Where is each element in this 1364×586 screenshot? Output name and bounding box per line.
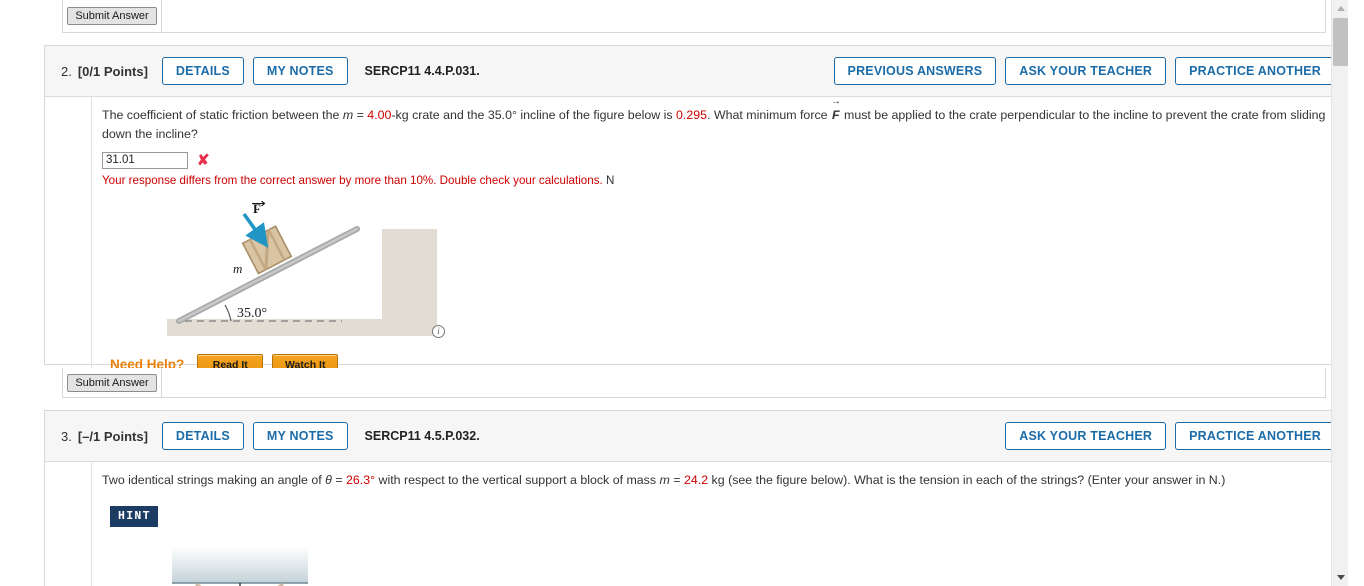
info-icon[interactable]: i	[432, 324, 445, 338]
question-3-body: Two identical strings making an angle of…	[45, 462, 1348, 586]
my-notes-button-q2[interactable]: MY NOTES	[252, 56, 348, 86]
strings-figure	[170, 545, 370, 586]
scroll-up-arrow[interactable]	[1332, 0, 1348, 17]
feedback-text: Your response differs from the correct a…	[102, 173, 603, 187]
answer-input-q2[interactable]	[102, 151, 188, 169]
q3-prompt-part-3: kg (see the figure below). What is the t…	[708, 473, 1226, 487]
q3-prompt-part-1: Two identical strings making an angle of	[102, 473, 326, 487]
submit-cell-inner: Submit Answer	[63, 0, 162, 32]
q3-equals-1: =	[331, 473, 347, 487]
question-3-content: Two identical strings making an angle of…	[92, 462, 1348, 586]
incline-figure: 35.0° m F i	[167, 200, 445, 338]
equals-1: =	[353, 108, 368, 122]
question-2-code: SERCP11 4.4.P.031.	[364, 64, 480, 78]
question-3-code: SERCP11 4.5.P.032.	[364, 429, 480, 443]
incorrect-x-icon: ✘	[197, 151, 210, 169]
prompt-part-3: . What minimum force	[707, 108, 831, 122]
question-3-prompt: Two identical strings making an angle of…	[102, 471, 1335, 490]
question-3-gutter	[45, 462, 92, 586]
incline-angle-label: 35.0°	[237, 306, 267, 321]
question-2-gutter	[45, 97, 92, 386]
mass-symbol: m	[342, 108, 354, 122]
ask-your-teacher-button-q2[interactable]: ASK YOUR TEACHER	[1005, 56, 1167, 86]
q3-prompt-part-2: with respect to the vertical support a b…	[375, 473, 660, 487]
q3-equals-2: =	[669, 473, 684, 487]
mass-value: 4.00	[367, 108, 392, 122]
details-button-q3[interactable]: DETAILS	[161, 421, 244, 451]
scroll-down-arrow[interactable]	[1332, 569, 1348, 586]
question-2-body: The coefficient of static friction betwe…	[45, 97, 1348, 386]
prompt-part-2: -kg crate and the 35.0° incline of the f…	[391, 108, 677, 122]
question-2-header-actions: PREVIOUS ANSWERS ASK YOUR TEACHER PRACTI…	[825, 56, 1335, 86]
friction-coefficient-value: 0.295	[676, 108, 708, 122]
question-3-number: 3.	[61, 428, 72, 444]
question-block-3: 3. [–/1 Points] DETAILS MY NOTES SERCP11…	[44, 410, 1348, 586]
incline-figure-svg: 35.0° m F	[167, 200, 437, 336]
scrollbar-thumb[interactable]	[1333, 18, 1348, 66]
scroll-up-arrow-icon	[1336, 6, 1345, 11]
theta-value: 26.3°	[346, 473, 376, 487]
practice-another-button-q2[interactable]: PRACTICE ANOTHER	[1175, 56, 1335, 86]
previous-answers-button-q2[interactable]: PREVIOUS ANSWERS	[833, 56, 997, 86]
q3-mass-value: 24.2	[683, 473, 709, 487]
assignment-page: Submit Answer 2. [0/1 Points] DETAILS MY…	[0, 0, 1348, 586]
question-3-header: 3. [–/1 Points] DETAILS MY NOTES SERCP11…	[45, 411, 1348, 462]
prompt-part-1: The coefficient of static friction betwe…	[102, 108, 343, 122]
theta-symbol: θ	[325, 473, 332, 487]
force-vector-symbol: F	[831, 97, 841, 125]
question-2-submit-cell: Submit Answer	[62, 368, 1326, 398]
practice-another-button-q3[interactable]: PRACTICE ANOTHER	[1175, 421, 1335, 451]
question-2-content: The coefficient of static friction betwe…	[92, 97, 1348, 386]
question-2-feedback: Your response differs from the correct a…	[102, 174, 1335, 187]
q3-mass-symbol: m	[659, 473, 670, 487]
details-button-q2[interactable]: DETAILS	[161, 56, 244, 86]
question-2-prompt: The coefficient of static friction betwe…	[102, 97, 1335, 145]
hint-button[interactable]: HINT	[110, 506, 158, 528]
question-3-header-actions: ASK YOUR TEACHER PRACTICE ANOTHER	[996, 421, 1335, 451]
question-2-points: [0/1 Points]	[77, 63, 148, 79]
submit-cell-inner-q2: Submit Answer	[63, 368, 162, 397]
my-notes-button-q3[interactable]: MY NOTES	[252, 421, 348, 451]
scroll-down-arrow-icon	[1336, 575, 1345, 580]
submit-answer-button-q1[interactable]: Submit Answer	[67, 7, 157, 25]
submit-answer-button-q2[interactable]: Submit Answer	[67, 373, 157, 392]
question-2-number: 2.	[61, 63, 72, 79]
question-block-2: 2. [0/1 Points] DETAILS MY NOTES SERCP11…	[44, 45, 1348, 386]
answer-unit: N	[605, 173, 615, 187]
ask-your-teacher-button-q3[interactable]: ASK YOUR TEACHER	[1005, 421, 1167, 451]
strings-figure-svg	[172, 547, 308, 586]
vertical-scrollbar[interactable]	[1331, 0, 1348, 586]
crate-mass-label: m	[233, 261, 242, 276]
question-2-answer-row: ✘	[102, 151, 1335, 169]
question-2-header: 2. [0/1 Points] DETAILS MY NOTES SERCP11…	[45, 46, 1348, 97]
previous-question-submit-cell: Submit Answer	[62, 0, 1326, 33]
question-3-points: [–/1 Points]	[77, 428, 148, 444]
